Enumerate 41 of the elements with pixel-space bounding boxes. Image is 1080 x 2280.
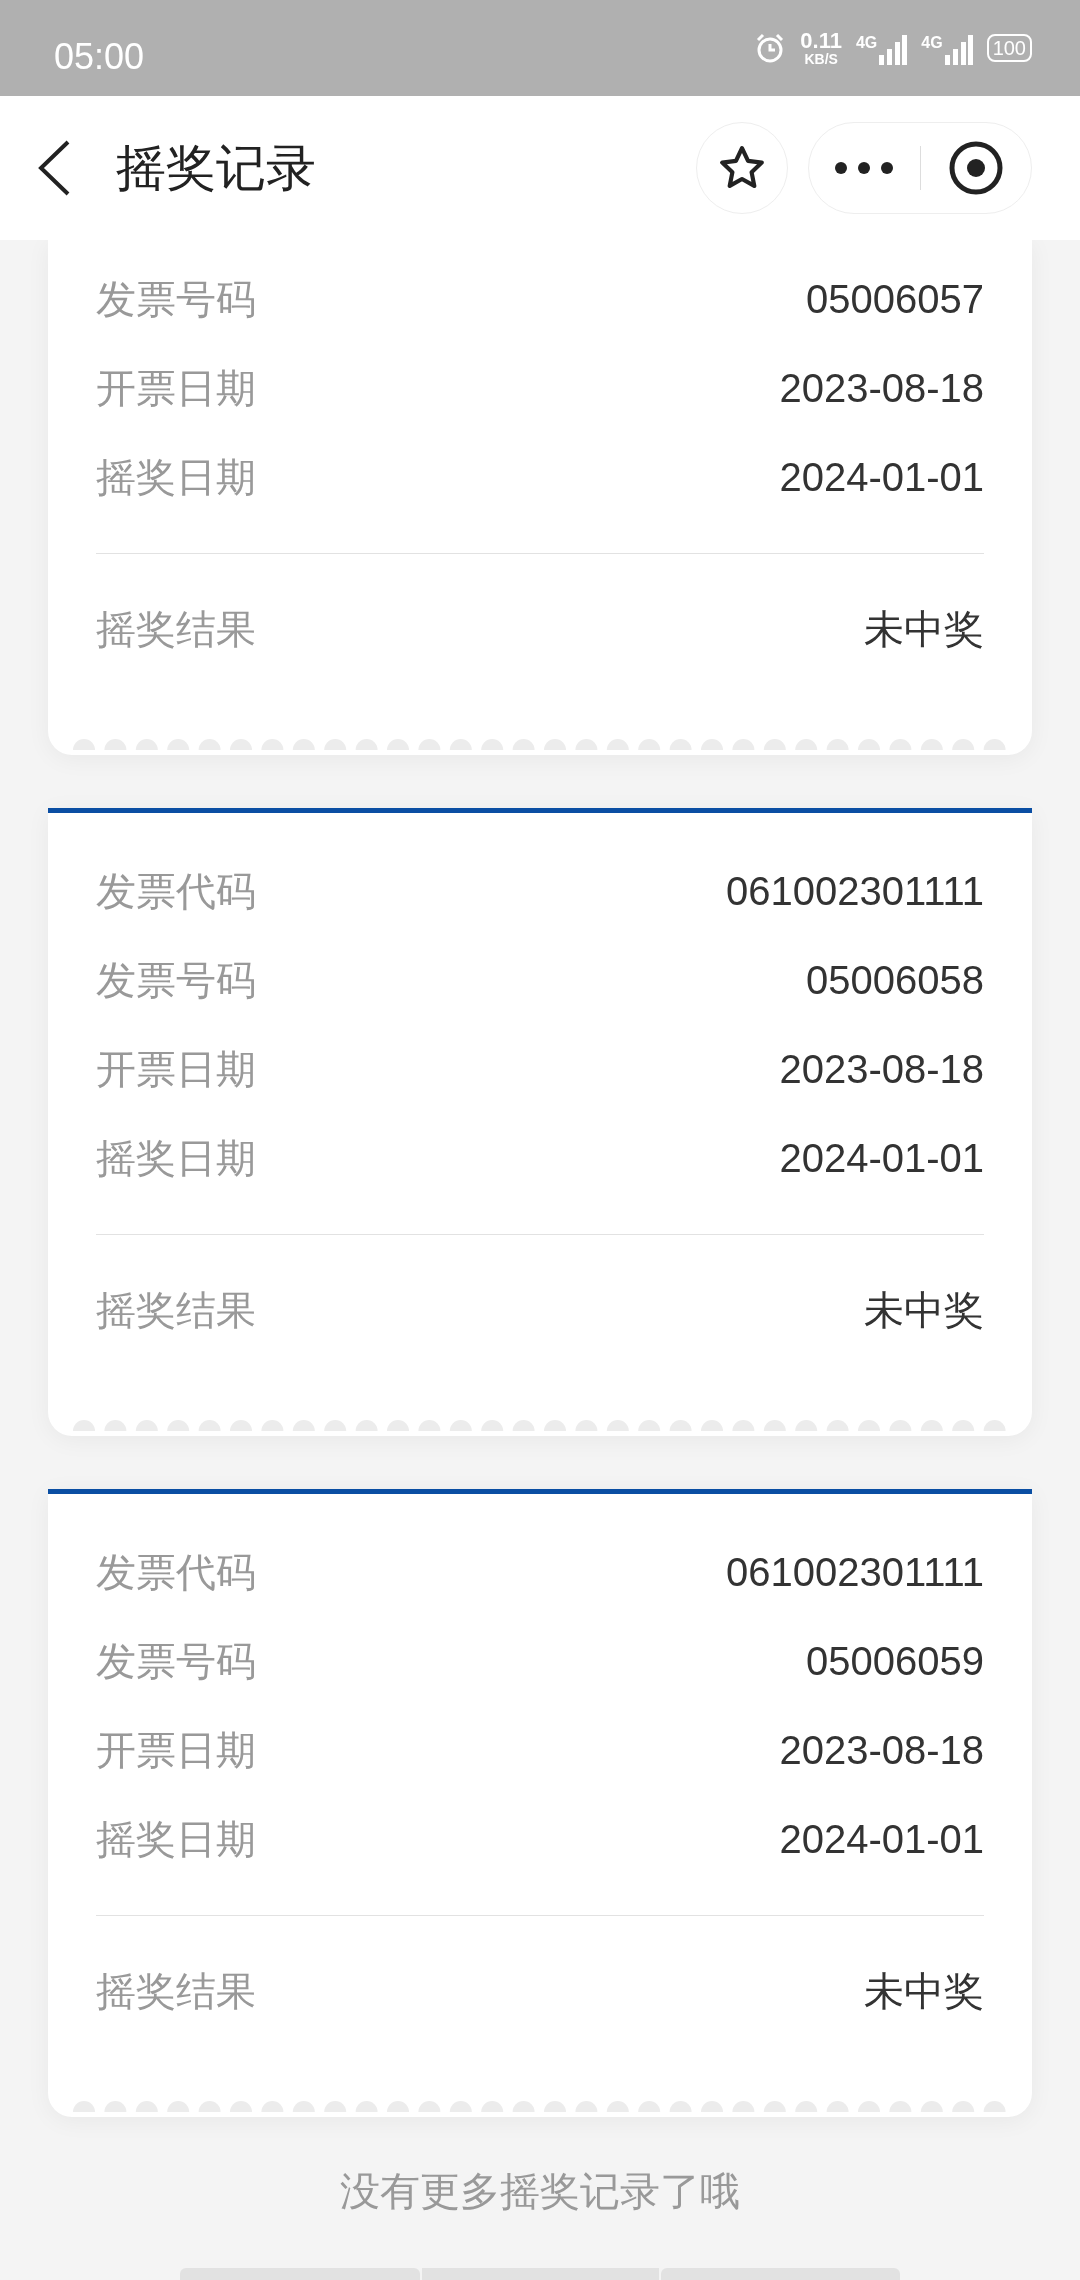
result-label: 摇奖结果: [96, 1967, 256, 2015]
result-value: 未中奖: [864, 1967, 984, 2015]
field-value: 061002301111: [725, 1548, 984, 1596]
field-label: 发票号码: [96, 275, 256, 323]
field-label: 摇奖日期: [96, 1134, 256, 1182]
field-value: 05006057: [806, 275, 984, 323]
field-value: 061002301111: [725, 867, 984, 915]
field-label: 发票号码: [96, 1637, 256, 1685]
field-value: 2023-08-18: [779, 364, 984, 412]
result-value: 未中奖: [864, 605, 984, 653]
field-value: 2023-08-18: [779, 1726, 984, 1774]
page-title: 摇奖记录: [116, 138, 316, 198]
field-value: 05006059: [806, 1637, 984, 1685]
back-button[interactable]: [36, 139, 72, 197]
result-value: 未中奖: [864, 1286, 984, 1334]
field-label: 发票代码: [96, 1548, 256, 1596]
signal-icon: [944, 35, 973, 65]
field-label: 开票日期: [96, 1045, 256, 1093]
result-label: 摇奖结果: [96, 1286, 256, 1334]
end-of-list-text: 没有更多摇奖记录了哦: [340, 2168, 740, 2215]
field-label: 开票日期: [96, 1726, 256, 1774]
field-label: 发票号码: [96, 956, 256, 1004]
field-label: 摇奖日期: [96, 1815, 256, 1863]
field-label: 开票日期: [96, 364, 256, 412]
battery-icon: 100: [986, 34, 1032, 62]
target-icon[interactable]: [947, 140, 1004, 196]
field-label: 发票代码: [96, 867, 256, 915]
field-value: 2023-08-18: [779, 1045, 984, 1093]
network-type: 4G: [855, 33, 878, 53]
field-value: 05006058: [806, 956, 984, 1004]
field-value: 2024-01-01: [779, 1815, 984, 1863]
network-speed: 0.11: [800, 30, 842, 52]
speed-unit: KB/S: [803, 52, 839, 66]
network-type: 4G: [921, 33, 943, 53]
signal-icon: [879, 35, 908, 65]
result-label: 摇奖结果: [96, 605, 256, 653]
status-time: 05:00: [54, 35, 145, 79]
field-label: 摇奖日期: [96, 453, 256, 501]
field-value: 2024-01-01: [779, 453, 984, 501]
field-value: 2024-01-01: [779, 1134, 984, 1182]
more-icon[interactable]: [834, 161, 895, 175]
